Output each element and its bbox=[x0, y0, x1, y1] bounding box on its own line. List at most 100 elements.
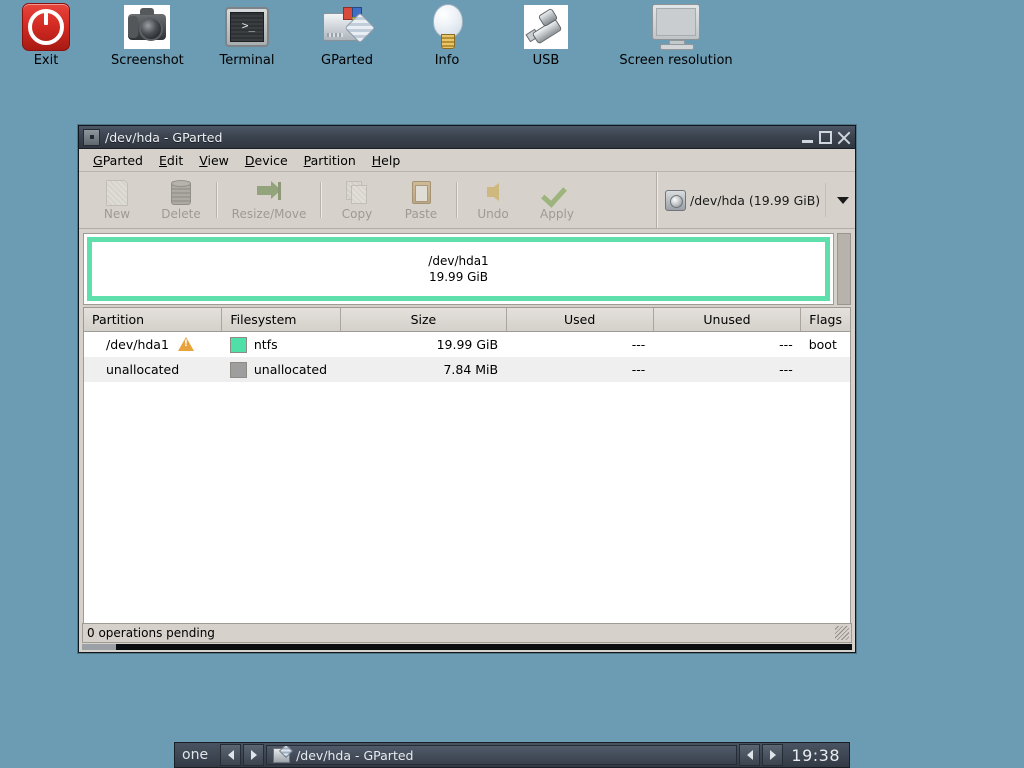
window-menu-button[interactable] bbox=[83, 128, 100, 146]
column-header-unused[interactable]: Unused bbox=[653, 308, 802, 332]
toolbar-new-button[interactable]: New bbox=[85, 174, 149, 226]
partition-graphic-size: 19.99 GiB bbox=[428, 270, 489, 284]
toolbar-copy-button[interactable]: Copy bbox=[325, 174, 389, 226]
power-icon bbox=[10, 2, 82, 52]
menu-view[interactable]: View bbox=[191, 151, 237, 170]
column-header-used[interactable]: Used bbox=[506, 308, 654, 332]
toolbar-delete-button[interactable]: Delete bbox=[149, 174, 213, 226]
toolbar-button-label: New bbox=[103, 207, 131, 221]
right-arrow-icon[interactable] bbox=[762, 744, 784, 766]
table-header-row: Partition Filesystem Size Used Unused Fl… bbox=[84, 308, 850, 332]
cell-unused: --- bbox=[653, 357, 801, 382]
window-titlebar[interactable]: /dev/hda - GParted bbox=[79, 126, 855, 149]
cell-filesystem: ntfs bbox=[221, 331, 341, 357]
partition-graphic-name: /dev/hda1 bbox=[428, 254, 489, 268]
resize-grip[interactable] bbox=[835, 626, 849, 640]
desktop-icon-usb[interactable]: USB bbox=[510, 2, 582, 68]
desktop-icon-gparted[interactable]: GParted bbox=[311, 2, 383, 68]
chevron-down-icon[interactable] bbox=[837, 196, 849, 204]
minimize-button[interactable] bbox=[799, 129, 816, 146]
clipboard-icon bbox=[408, 179, 434, 205]
lightbulb-icon bbox=[411, 2, 483, 52]
undo-arrow-icon bbox=[480, 179, 506, 205]
menubar: GParted Edit View Device Partition Help bbox=[79, 149, 855, 172]
cell-filesystem: unallocated bbox=[221, 357, 341, 382]
clock: 19:38 bbox=[791, 745, 840, 765]
filesystem-color-swatch bbox=[229, 361, 247, 378]
desktop-icon-terminal[interactable]: >_ Terminal bbox=[211, 2, 283, 68]
task-pager bbox=[739, 744, 784, 766]
monitor-icon bbox=[598, 2, 754, 52]
device-selector[interactable]: /dev/hda (19.99 GiB) bbox=[665, 183, 855, 217]
device-selector-area: /dev/hda (19.99 GiB) bbox=[656, 172, 855, 228]
toolbar-button-label: Resize/Move bbox=[231, 207, 307, 221]
menu-gparted[interactable]: GParted bbox=[85, 151, 151, 170]
cell-partition: /dev/hda1 bbox=[84, 331, 222, 357]
camera-icon bbox=[111, 2, 183, 52]
menu-help[interactable]: Help bbox=[364, 151, 409, 170]
warning-icon bbox=[177, 337, 194, 351]
cell-size: 7.84 MiB bbox=[340, 357, 507, 382]
graphic-scrollbar[interactable] bbox=[837, 233, 851, 305]
desktop-icon-screenshot[interactable]: Screenshot bbox=[111, 2, 184, 68]
desktop-icon-screen-resolution[interactable]: Screen resolution bbox=[598, 2, 754, 68]
copy-icon bbox=[344, 179, 370, 205]
taskbar-window-button[interactable]: /dev/hda - GParted bbox=[266, 745, 738, 765]
partition-table: Partition Filesystem Size Used Unused Fl… bbox=[83, 307, 851, 625]
toolbar-undo-button[interactable]: Undo bbox=[461, 174, 525, 226]
cell-partition: unallocated bbox=[84, 357, 222, 382]
cell-unused: --- bbox=[653, 331, 801, 357]
desktop-icon-info[interactable]: Info bbox=[411, 2, 483, 68]
resize-arrow-icon bbox=[256, 179, 282, 205]
toolbar-paste-button[interactable]: Paste bbox=[389, 174, 453, 226]
left-arrow-icon[interactable] bbox=[739, 744, 761, 766]
column-header-size[interactable]: Size bbox=[340, 308, 507, 332]
column-header-filesystem[interactable]: Filesystem bbox=[221, 308, 342, 332]
toolbar-resize-move-button[interactable]: Resize/Move bbox=[221, 174, 317, 226]
cell-used: --- bbox=[506, 357, 654, 382]
partition-graphic-inner: /dev/hda1 19.99 GiB bbox=[83, 233, 834, 305]
partition-graphic-area: /dev/hda1 19.99 GiB bbox=[79, 229, 855, 307]
filesystem-name: ntfs bbox=[253, 337, 278, 352]
desktop-icon-exit[interactable]: Exit bbox=[10, 2, 82, 68]
filesystem-color-swatch bbox=[229, 336, 247, 353]
window-bottom-scrollbar[interactable] bbox=[82, 644, 852, 650]
device-selector-divider bbox=[825, 183, 826, 217]
workspace-label: one bbox=[182, 747, 209, 763]
partition-graphic-hda1[interactable]: /dev/hda1 19.99 GiB bbox=[87, 237, 830, 301]
toolbar-separator bbox=[216, 182, 218, 218]
close-button[interactable] bbox=[835, 129, 852, 146]
window-title: /dev/hda - GParted bbox=[105, 129, 223, 145]
desktop-icon-label: USB bbox=[532, 53, 560, 68]
toolbar-button-label: Copy bbox=[341, 207, 373, 221]
partition-name: unallocated bbox=[106, 362, 180, 377]
desktop-icon-label: Screenshot bbox=[111, 53, 184, 68]
window-controls bbox=[799, 129, 853, 146]
toolbar-separator bbox=[320, 182, 322, 218]
terminal-icon: >_ bbox=[211, 2, 283, 52]
toolbar-button-label: Paste bbox=[404, 207, 438, 221]
menu-partition[interactable]: Partition bbox=[296, 151, 364, 170]
desktop-icon-bar: Exit Screenshot >_ Terminal GParted Info… bbox=[0, 0, 1024, 80]
menu-device[interactable]: Device bbox=[237, 151, 296, 170]
right-arrow-icon[interactable] bbox=[243, 744, 265, 766]
toolbar: New Delete Resize/Move Copy Paste Undo A… bbox=[79, 172, 855, 229]
toolbar-button-label: Apply bbox=[540, 207, 574, 221]
filesystem-name: unallocated bbox=[253, 362, 328, 377]
cell-flags bbox=[800, 357, 850, 382]
toolbar-apply-button[interactable]: Apply bbox=[525, 174, 589, 226]
maximize-button[interactable] bbox=[817, 129, 834, 146]
cell-flags: boot bbox=[800, 331, 850, 357]
disk-partition-icon bbox=[311, 2, 383, 52]
table-row[interactable]: unallocated unallocated 7.84 MiB --- --- bbox=[84, 357, 850, 382]
hard-disk-icon bbox=[665, 189, 686, 211]
column-header-flags[interactable]: Flags bbox=[800, 308, 850, 332]
device-selector-value: /dev/hda (19.99 GiB) bbox=[690, 192, 821, 208]
menu-edit[interactable]: Edit bbox=[151, 151, 191, 170]
column-header-partition[interactable]: Partition bbox=[84, 308, 223, 332]
toolbar-button-label: Delete bbox=[161, 207, 201, 221]
workspace-pager bbox=[220, 744, 265, 766]
table-row[interactable]: /dev/hda1 ntfs 19.99 GiB --- --- boot bbox=[84, 331, 850, 357]
left-arrow-icon[interactable] bbox=[220, 744, 242, 766]
usb-stick-icon bbox=[510, 2, 582, 52]
